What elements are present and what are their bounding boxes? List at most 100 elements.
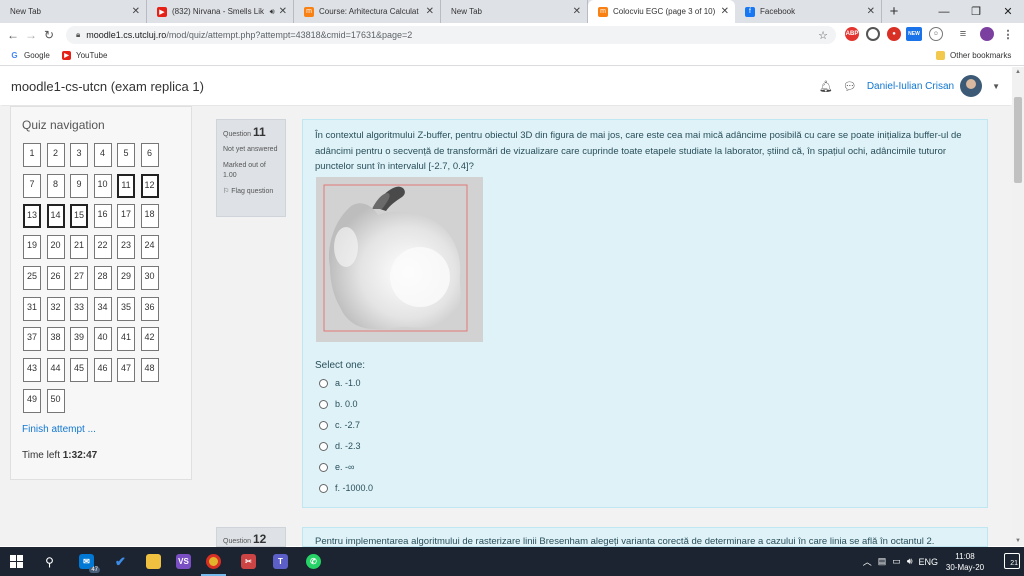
avatar[interactable] [960, 75, 983, 97]
block-icon[interactable] [866, 27, 880, 41]
quiz-nav-button-10[interactable]: 10 [93, 173, 112, 198]
radio-button[interactable] [319, 462, 328, 472]
browser-tab[interactable]: New Tab ✕ [0, 0, 147, 23]
quiz-nav-button-27[interactable]: 27 [70, 265, 88, 290]
quiz-nav-button-24[interactable]: 24 [140, 235, 159, 260]
chrome-taskbar-icon[interactable] [197, 547, 230, 576]
new-tab-button[interactable]: + [882, 0, 906, 23]
browser-tab[interactable]: New Tab ✕ [441, 0, 588, 23]
media-control-icon[interactable]: ≡ [956, 27, 970, 41]
browser-tab-active[interactable]: m Colocviu EGC (page 3 of 10) ✕ [588, 0, 735, 23]
page-scrollbar[interactable]: ▲ ▼ [1012, 67, 1024, 546]
quiz-nav-button-19[interactable]: 19 [23, 235, 41, 260]
quiz-nav-button-4[interactable]: 4 [93, 143, 112, 167]
volume-icon[interactable]: 🔊︎ [907, 556, 913, 567]
finish-attempt-link[interactable]: Finish attempt ... [22, 424, 96, 435]
quiz-nav-button-6[interactable]: 6 [140, 143, 159, 167]
quiz-nav-button-30[interactable]: 30 [140, 265, 159, 290]
quiz-nav-button-49[interactable]: 49 [23, 388, 41, 413]
minimize-icon[interactable]: — [928, 0, 960, 23]
search-icon[interactable]: ⚲ [33, 547, 66, 576]
bookmark-youtube[interactable]: ▶ YouTube [62, 51, 107, 60]
todo-app-icon[interactable]: ✔ [104, 547, 137, 576]
quiz-nav-button-11[interactable]: 11 [117, 173, 135, 198]
tab-close-icon[interactable]: ✕ [573, 6, 581, 17]
quiz-nav-button-33[interactable]: 33 [70, 296, 88, 321]
battery-icon[interactable]: ▭ [892, 556, 901, 567]
whatsapp-icon[interactable]: ✆ [297, 547, 330, 576]
scroll-up-icon[interactable]: ▲ [1012, 69, 1024, 75]
tab-close-icon[interactable]: ✕ [721, 6, 729, 17]
quiz-nav-button-43[interactable]: 43 [23, 357, 41, 382]
chevron-up-icon[interactable]: ︿ [863, 555, 872, 568]
quiz-nav-button-34[interactable]: 34 [93, 296, 112, 321]
notification-center-icon[interactable]: 21 [1004, 553, 1020, 569]
radio-button[interactable] [319, 399, 328, 409]
visual-studio-icon[interactable]: VS [167, 547, 200, 576]
answer-option-a[interactable]: a. -1.0 [319, 378, 361, 388]
smile-extension-icon[interactable]: ☺ [929, 27, 943, 41]
quiz-nav-button-12[interactable]: 12 [140, 173, 159, 198]
quiz-nav-button-40[interactable]: 40 [93, 327, 112, 352]
snip-tool-icon[interactable]: ✂ [232, 547, 265, 576]
speaker-icon[interactable]: 🔊︎ [270, 7, 275, 17]
quiz-nav-button-42[interactable]: 42 [140, 327, 159, 352]
user-name[interactable]: Daniel-Iulian Crisan [867, 81, 954, 92]
new-extension-icon[interactable]: NEW [906, 27, 922, 41]
quiz-nav-button-39[interactable]: 39 [70, 327, 88, 352]
browser-tab[interactable]: f Facebook ✕ [735, 0, 882, 23]
quiz-nav-button-18[interactable]: 18 [140, 204, 159, 229]
radio-button[interactable] [319, 483, 328, 493]
bookmark-google[interactable]: G Google [10, 51, 50, 60]
quiz-nav-button-32[interactable]: 32 [46, 296, 65, 321]
radio-button[interactable] [319, 378, 328, 388]
quiz-nav-button-8[interactable]: 8 [46, 173, 65, 198]
answer-option-f[interactable]: f. -1000.0 [319, 483, 373, 493]
quiz-nav-button-14[interactable]: 14 [46, 204, 65, 229]
quiz-nav-button-41[interactable]: 41 [117, 327, 135, 352]
quiz-nav-button-16[interactable]: 16 [93, 204, 112, 229]
answer-option-b[interactable]: b. 0.0 [319, 399, 358, 409]
quiz-nav-button-20[interactable]: 20 [46, 235, 65, 260]
quiz-nav-button-37[interactable]: 37 [23, 327, 41, 352]
quiz-nav-button-22[interactable]: 22 [93, 235, 112, 260]
tab-close-icon[interactable]: ✕ [279, 6, 287, 17]
quiz-nav-button-1[interactable]: 1 [23, 143, 41, 167]
quiz-nav-button-29[interactable]: 29 [117, 265, 135, 290]
scrollbar-thumb[interactable] [1014, 97, 1022, 183]
bookmark-star-icon[interactable]: ☆ [818, 29, 828, 42]
adblock-icon[interactable]: ABP [845, 27, 859, 41]
quiz-nav-button-26[interactable]: 26 [46, 265, 65, 290]
file-explorer-icon[interactable] [137, 547, 170, 576]
answer-option-e[interactable]: e. -∞ [319, 462, 354, 472]
quiz-nav-button-2[interactable]: 2 [46, 143, 65, 167]
radio-button[interactable] [319, 420, 328, 430]
maximize-icon[interactable]: ❐ [960, 0, 992, 23]
address-bar[interactable]: 🔒︎ moodle1.cs.utcluj.ro/mod/quiz/attempt… [66, 26, 836, 44]
quiz-nav-button-3[interactable]: 3 [70, 143, 88, 167]
flag-question-link[interactable]: ⚐ Flag question [223, 187, 279, 195]
other-bookmarks[interactable]: Other bookmarks [936, 51, 1011, 60]
forward-arrow-icon[interactable]: → [22, 28, 40, 42]
profile-avatar-icon[interactable] [980, 27, 994, 41]
quiz-nav-button-9[interactable]: 9 [70, 173, 88, 198]
back-arrow-icon[interactable]: ← [4, 28, 22, 42]
browser-tab[interactable]: ▶ (832) Nirvana - Smells Lik 🔊︎ ✕ [147, 0, 294, 23]
quiz-nav-button-17[interactable]: 17 [117, 204, 135, 229]
tab-close-icon[interactable]: ✕ [426, 6, 434, 17]
quiz-nav-button-38[interactable]: 38 [46, 327, 65, 352]
answer-option-c[interactable]: c. -2.7 [319, 420, 360, 430]
quiz-nav-button-45[interactable]: 45 [70, 357, 88, 382]
answer-option-d[interactable]: d. -2.3 [319, 441, 361, 451]
reload-icon[interactable]: ↻ [40, 28, 58, 42]
shield-extension-icon[interactable]: ● [887, 27, 901, 41]
browser-menu-icon[interactable]: ⋮ [1001, 27, 1015, 41]
scroll-down-icon[interactable]: ▼ [1012, 538, 1024, 544]
quiz-nav-button-50[interactable]: 50 [46, 388, 65, 413]
radio-button[interactable] [319, 441, 328, 451]
quiz-nav-button-35[interactable]: 35 [117, 296, 135, 321]
quiz-nav-button-7[interactable]: 7 [23, 173, 41, 198]
quiz-nav-button-15[interactable]: 15 [70, 204, 88, 229]
tab-close-icon[interactable]: ✕ [867, 6, 875, 17]
quiz-nav-button-47[interactable]: 47 [117, 357, 135, 382]
